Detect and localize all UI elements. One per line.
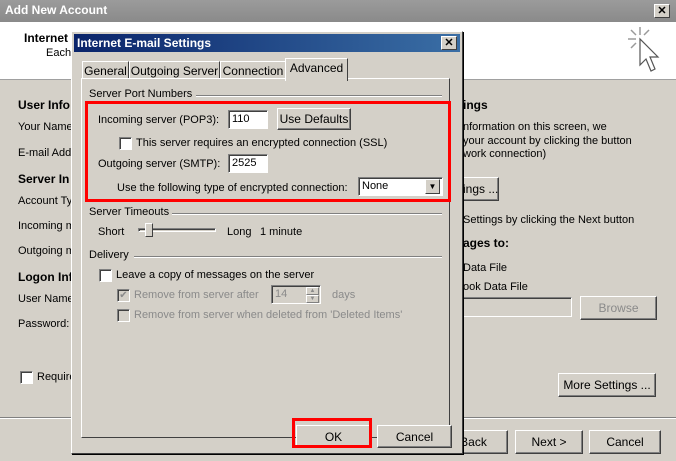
spin-up-icon[interactable]: ▲ [306, 287, 319, 295]
outgoing-port-value: 2525 [232, 157, 257, 169]
timeout-short-label: Short [98, 226, 125, 238]
test-settings-text-3: work connection) [463, 148, 547, 160]
password-label: Password: [18, 318, 70, 330]
your-name-label: Your Name [18, 121, 73, 133]
group-divider [196, 95, 442, 97]
checkmark-icon: ✔ [119, 290, 128, 301]
internet-email-settings-dialog: Internet E-mail Settings ✕ General Outgo… [71, 31, 463, 454]
server-timeouts-group-label: Server Timeouts [89, 206, 170, 218]
ssl-incoming-checkbox[interactable] [119, 137, 132, 150]
test-settings-text-2: your account by clicking the button [463, 135, 632, 147]
incoming-port-field[interactable]: 110 [228, 110, 268, 129]
close-icon[interactable]: ✕ [654, 4, 670, 18]
remove-days-value: 14 [275, 288, 288, 300]
group-divider [172, 213, 442, 215]
incoming-server-label: Incoming m [18, 220, 75, 232]
remove-deleted-checkbox[interactable] [117, 309, 130, 322]
outgoing-server-label: Outgoing m [18, 245, 75, 257]
encryption-type-label: Use the following type of encrypted conn… [117, 182, 348, 194]
test-settings-heading: ings [463, 98, 488, 112]
require-spa-checkbox[interactable] [20, 371, 33, 384]
window-title: Add New Account [5, 3, 108, 17]
leave-copy-label: Leave a copy of messages on the server [116, 269, 315, 281]
chevron-down-icon[interactable]: ▼ [425, 179, 440, 194]
incoming-port-label: Incoming server (POP3): [98, 114, 220, 126]
server-info-heading: Server In [18, 172, 70, 186]
more-settings-button[interactable]: More Settings ... [558, 373, 656, 397]
next-button[interactable]: Next > [515, 430, 583, 454]
cursor-sparkle-icon [628, 27, 660, 72]
advanced-tab-panel: Server Port Numbers Incoming server (POP… [81, 78, 450, 438]
data-file-path-field[interactable] [462, 297, 572, 317]
group-divider [134, 256, 442, 258]
use-defaults-button[interactable]: Use Defaults [277, 108, 351, 130]
user-info-heading: User Info [18, 98, 71, 112]
remove-after-label: Remove from server after [134, 289, 259, 301]
remove-after-checkbox[interactable]: ✔ [117, 289, 130, 302]
leave-copy-checkbox[interactable] [99, 269, 112, 282]
remove-deleted-label: Remove from server when deleted from 'De… [134, 309, 403, 321]
test-settings-text-4: Settings by clicking the Next button [463, 214, 635, 226]
days-label: days [332, 289, 356, 301]
slider-thumb[interactable] [145, 223, 153, 237]
ssl-incoming-label: This server requires an encrypted connec… [136, 137, 388, 149]
header-subtitle: Each [46, 47, 72, 59]
spin-down-icon[interactable]: ▼ [306, 295, 319, 303]
timeout-value: 1 minute [260, 226, 303, 238]
email-address-label: E-mail Addr [18, 147, 75, 159]
incoming-port-value: 110 [232, 113, 250, 125]
header-title: Internet [24, 31, 69, 45]
encryption-type-value: None [362, 180, 389, 192]
outgoing-port-label: Outgoing server (SMTP): [98, 158, 221, 170]
outgoing-port-field[interactable]: 2525 [228, 154, 268, 173]
dialog-cancel-button[interactable]: Cancel [377, 425, 452, 448]
browse-button[interactable]: Browse [580, 296, 657, 320]
existing-data-file-option[interactable]: ook Data File [463, 281, 528, 293]
dialog-title-bar: Internet E-mail Settings [74, 34, 460, 52]
require-spa-label: Require [37, 371, 76, 383]
server-port-numbers-group-label: Server Port Numbers [89, 88, 193, 100]
tab-advanced[interactable]: Advanced [285, 58, 348, 81]
test-settings-text-1: nformation on this screen, we [463, 121, 607, 133]
timeout-slider[interactable] [138, 223, 216, 237]
account-type-label: Account Ty [18, 195, 73, 207]
dialog-close-icon[interactable]: ✕ [441, 36, 457, 50]
user-name-label: User Name [18, 293, 74, 305]
deliver-messages-heading: ages to: [463, 236, 510, 250]
ok-button[interactable]: OK [296, 425, 371, 448]
delivery-group-label: Delivery [89, 249, 129, 261]
timeout-long-label: Long [227, 226, 252, 238]
test-account-settings-button[interactable]: ings ... [463, 177, 499, 201]
wizard-cancel-button[interactable]: Cancel [589, 430, 661, 454]
new-data-file-option[interactable]: Data File [463, 262, 507, 274]
dialog-title: Internet E-mail Settings [77, 36, 212, 50]
window-title-bar: Add New Account [0, 0, 676, 22]
